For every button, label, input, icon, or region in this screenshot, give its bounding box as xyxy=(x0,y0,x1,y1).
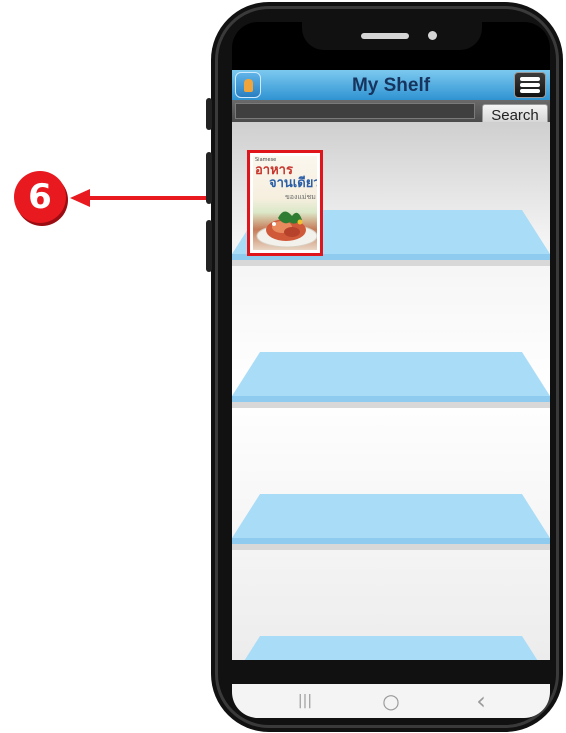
recents-button[interactable]: ||| xyxy=(285,689,325,713)
bookshelf: Siamese อาหาร จานเดียว ของแม่ชม xyxy=(232,122,550,662)
phone-side-button-volume-up xyxy=(206,152,212,204)
home-button[interactable]: ○ xyxy=(371,689,411,713)
phone-notch xyxy=(302,10,482,50)
list-menu-button[interactable] xyxy=(514,72,546,98)
page-title: My Shelf xyxy=(351,75,431,96)
phone-side-button-volume-down xyxy=(206,220,212,272)
phone-side-button-top xyxy=(206,98,212,130)
book-cover: Siamese อาหาร จานเดียว ของแม่ชม xyxy=(253,156,317,250)
food-dish-image xyxy=(256,211,317,248)
phone-screen: My Shelf Search Siamese อาหาร จานเดียว ข… xyxy=(232,22,550,718)
shelf-board xyxy=(232,494,550,550)
speaker-grille xyxy=(361,33,409,39)
android-navigation-bar: ||| ○ ‹ xyxy=(232,684,550,718)
shelf-board xyxy=(243,636,539,662)
search-bar: Search xyxy=(232,100,550,128)
callout-number-badge: 6 xyxy=(14,171,66,223)
app-header: My Shelf xyxy=(232,70,550,100)
screen-bottom-strip xyxy=(232,660,550,684)
search-input[interactable] xyxy=(235,103,475,119)
book-title-line2: จานเดียว xyxy=(269,176,317,191)
front-camera xyxy=(428,31,437,40)
book-thumbnail[interactable]: Siamese อาหาร จานเดียว ของแม่ชม xyxy=(247,150,323,256)
shelf-board xyxy=(232,352,550,408)
back-button[interactable]: ‹ xyxy=(461,689,501,713)
